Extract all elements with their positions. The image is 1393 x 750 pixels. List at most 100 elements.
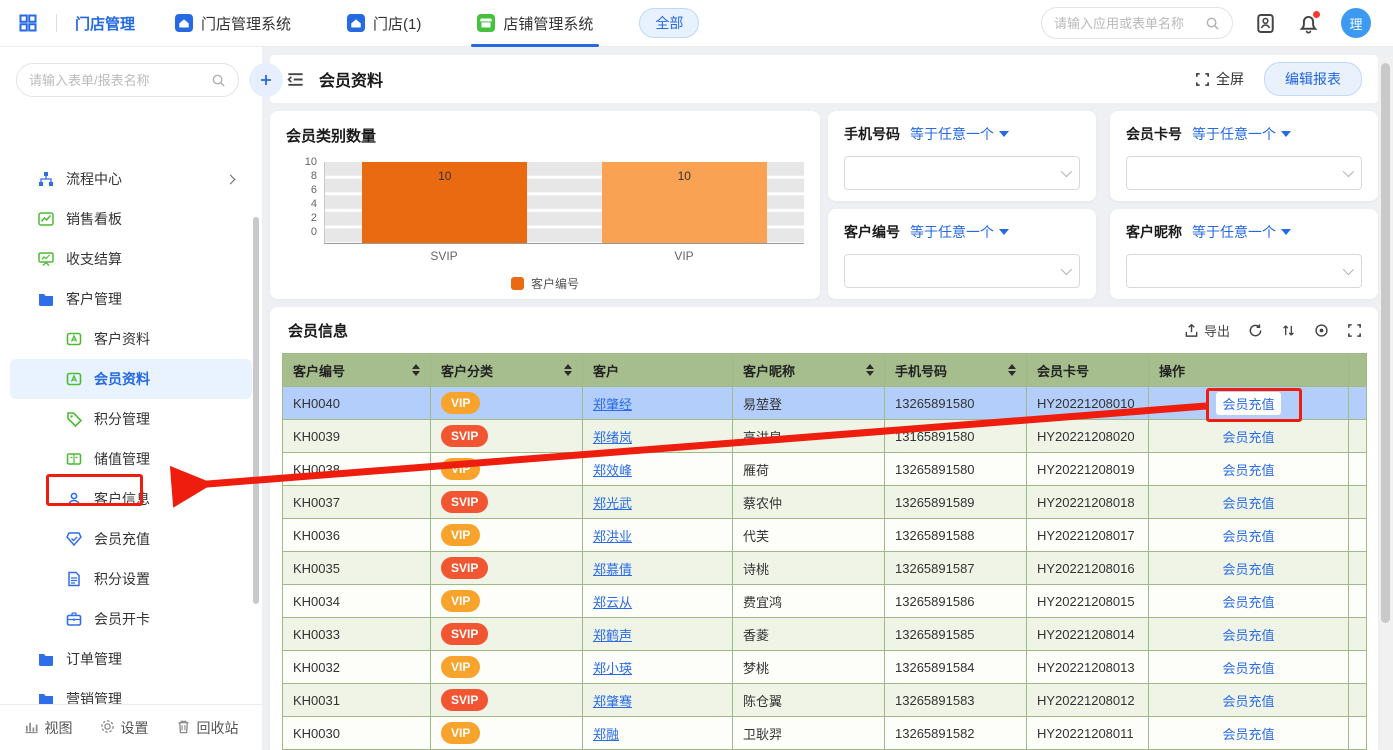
filter-select-nickname[interactable]	[1126, 254, 1362, 288]
filter-condition-phone[interactable]: 等于任意一个	[910, 124, 1009, 144]
form-search[interactable]	[16, 63, 239, 97]
customer-link[interactable]: 郑鹤声	[593, 628, 632, 643]
member-recharge-action[interactable]: 会员充值	[1222, 529, 1274, 544]
customer-link[interactable]: 郑光武	[593, 496, 632, 511]
footer-views[interactable]: 视图	[24, 718, 73, 738]
member-recharge-action[interactable]: 会员充值	[1222, 628, 1274, 643]
column-header[interactable]: 手机号码	[885, 354, 1027, 387]
member-recharge-action[interactable]: 会员充值	[1222, 463, 1274, 478]
page-scrollbar[interactable]	[1379, 55, 1393, 750]
sidebar-item-customer-info[interactable]: 客户信息	[10, 479, 252, 519]
column-header[interactable]: 客户分类	[431, 354, 583, 387]
customer-link[interactable]: 郑慕倩	[593, 562, 632, 577]
table-row[interactable]: KH0038VIP郑效峰雁荷13265891580HY20221208019会员…	[283, 453, 1367, 486]
chevron-right-icon[interactable]	[226, 174, 236, 184]
filter-select-custno[interactable]	[844, 254, 1080, 288]
avatar[interactable]: 理	[1341, 8, 1371, 38]
sidebar-item-stored-value[interactable]: 储值管理	[10, 439, 252, 479]
filter-condition-nickname[interactable]: 等于任意一个	[1192, 222, 1291, 242]
sidebar-item-marketing-mgmt[interactable]: 营销管理	[10, 679, 252, 704]
sidebar-item-sales-board[interactable]: 销售看板	[10, 199, 252, 239]
sidebar-item-member-profile[interactable]: 会员资料	[10, 359, 252, 399]
add-form-button[interactable]	[249, 63, 283, 97]
table-row[interactable]: KH0039SVIP郑绪岚高洪泉13165891580HY20221208020…	[283, 420, 1367, 453]
global-search[interactable]	[1041, 7, 1233, 39]
sidebar-item-member-card-open[interactable]: 会员开卡	[10, 599, 252, 639]
footer-recycle-bin[interactable]: 回收站	[176, 718, 239, 738]
sidebar-scrollbar[interactable]	[253, 217, 259, 604]
sort-icon[interactable]	[1281, 323, 1296, 338]
member-recharge-action[interactable]: 会员充值	[1222, 727, 1274, 742]
column-header[interactable]: 客户编号	[283, 354, 431, 387]
export-button[interactable]: 导出	[1184, 321, 1230, 340]
table-row[interactable]: KH0031SVIP郑肇骞陈仓翼13265891583HY20221208012…	[283, 684, 1367, 717]
member-recharge-action[interactable]: 会员充值	[1222, 397, 1274, 412]
column-sort-icon[interactable]	[1008, 364, 1016, 376]
sidebar-item-member-recharge[interactable]: 会员充值	[10, 519, 252, 559]
sidebar-item-customer-profile[interactable]: 客户资料	[10, 319, 252, 359]
column-sort-icon[interactable]	[412, 364, 420, 376]
table-row[interactable]: KH0030VIP郑融卫耿羿13265891582HY20221208011会员…	[283, 717, 1367, 750]
filter-select-card[interactable]	[1126, 156, 1362, 190]
column-sort-icon[interactable]	[866, 364, 874, 376]
cell-category: SVIP	[431, 420, 583, 453]
refresh-icon[interactable]	[1248, 323, 1263, 338]
sidebar-item-customer-mgmt[interactable]: 客户管理	[10, 279, 252, 319]
sidebar-item-points-setting[interactable]: 积分设置	[10, 559, 252, 599]
customer-link[interactable]: 郑融	[593, 727, 619, 742]
member-recharge-action[interactable]: 会员充值	[1222, 694, 1274, 709]
tab-store-mgmt-system[interactable]: 门店管理系统	[175, 0, 291, 47]
page-scrollbar-thumb[interactable]	[1381, 63, 1390, 623]
tab-shop-mgmt-system[interactable]: 店铺管理系统	[477, 0, 593, 47]
customer-link[interactable]: 郑效峰	[593, 463, 632, 478]
column-header[interactable]: 会员卡号	[1027, 354, 1149, 387]
contacts-icon[interactable]	[1255, 13, 1276, 34]
filter-condition-custno[interactable]: 等于任意一个	[910, 222, 1009, 242]
table-fullscreen-icon[interactable]	[1347, 323, 1362, 338]
customer-link[interactable]: 郑肇经	[593, 397, 632, 412]
all-filter-badge[interactable]: 全部	[639, 8, 699, 38]
tab-store-1[interactable]: 门店(1)	[347, 0, 421, 47]
table-row[interactable]: KH0040VIP郑肇经易堃登13265891580HY20221208010会…	[283, 387, 1367, 420]
table-row[interactable]: KH0037SVIP郑光武蔡农仲13265891589HY20221208018…	[283, 486, 1367, 519]
member-recharge-action[interactable]: 会员充值	[1222, 496, 1274, 511]
member-recharge-action[interactable]: 会员充值	[1222, 562, 1274, 577]
cell-customer: 郑鹤声	[583, 618, 733, 651]
column-header[interactable]: 操作	[1149, 354, 1349, 387]
sidebar-item-process-center[interactable]: 流程中心	[10, 159, 252, 199]
customer-link[interactable]: 郑云从	[593, 595, 632, 610]
filter-condition-card[interactable]: 等于任意一个	[1192, 124, 1291, 144]
filter-select-phone[interactable]	[844, 156, 1080, 190]
customer-link[interactable]: 郑洪业	[593, 529, 632, 544]
customer-link[interactable]: 郑小瑛	[593, 661, 632, 676]
customer-link[interactable]: 郑绪岚	[593, 430, 632, 445]
sidebar-item-income-expense[interactable]: 收支结算	[10, 239, 252, 279]
column-sort-icon[interactable]	[564, 364, 572, 376]
table-row[interactable]: KH0032VIP郑小瑛梦桃13265891584HY20221208013会员…	[283, 651, 1367, 684]
member-recharge-action[interactable]: 会员充值	[1222, 661, 1274, 676]
app-launcher-icon[interactable]	[18, 13, 38, 33]
cell-member-card: HY20221208014	[1027, 618, 1149, 651]
sidebar-item-points-mgmt[interactable]: 积分管理	[10, 399, 252, 439]
column-header[interactable]: 客户	[583, 354, 733, 387]
table-row[interactable]: KH0035SVIP郑慕倩诗桃13265891587HY20221208016会…	[283, 552, 1367, 585]
table-row[interactable]: KH0034VIP郑云从费宜鸿13265891586HY20221208015会…	[283, 585, 1367, 618]
sidebar-item-order-mgmt[interactable]: 订单管理	[10, 639, 252, 679]
table-row[interactable]: KH0033SVIP郑鹤声香菱13265891585HY20221208014会…	[283, 618, 1367, 651]
member-recharge-action[interactable]: 会员充值	[1222, 430, 1274, 445]
table-row[interactable]: KH0036VIP郑洪业代芙13265891588HY20221208017会员…	[283, 519, 1367, 552]
notifications-bell-icon[interactable]	[1298, 13, 1319, 34]
bar-VIP[interactable]: 10	[602, 162, 767, 243]
global-search-input[interactable]	[1054, 16, 1199, 31]
collapse-sidebar-icon[interactable]	[286, 70, 305, 89]
bar-SVIP[interactable]: 10	[362, 162, 527, 243]
fullscreen-button[interactable]: 全屏	[1195, 69, 1244, 89]
customer-link[interactable]: 郑肇骞	[593, 694, 632, 709]
edit-report-button[interactable]: 编辑报表	[1264, 62, 1362, 96]
store-mgmt-menu[interactable]: 门店管理	[75, 13, 135, 34]
visibility-icon[interactable]	[1314, 323, 1329, 338]
footer-settings[interactable]: 设置	[100, 718, 149, 738]
form-search-input[interactable]	[29, 73, 205, 88]
member-recharge-action[interactable]: 会员充值	[1222, 595, 1274, 610]
column-header[interactable]: 客户昵称	[733, 354, 885, 387]
